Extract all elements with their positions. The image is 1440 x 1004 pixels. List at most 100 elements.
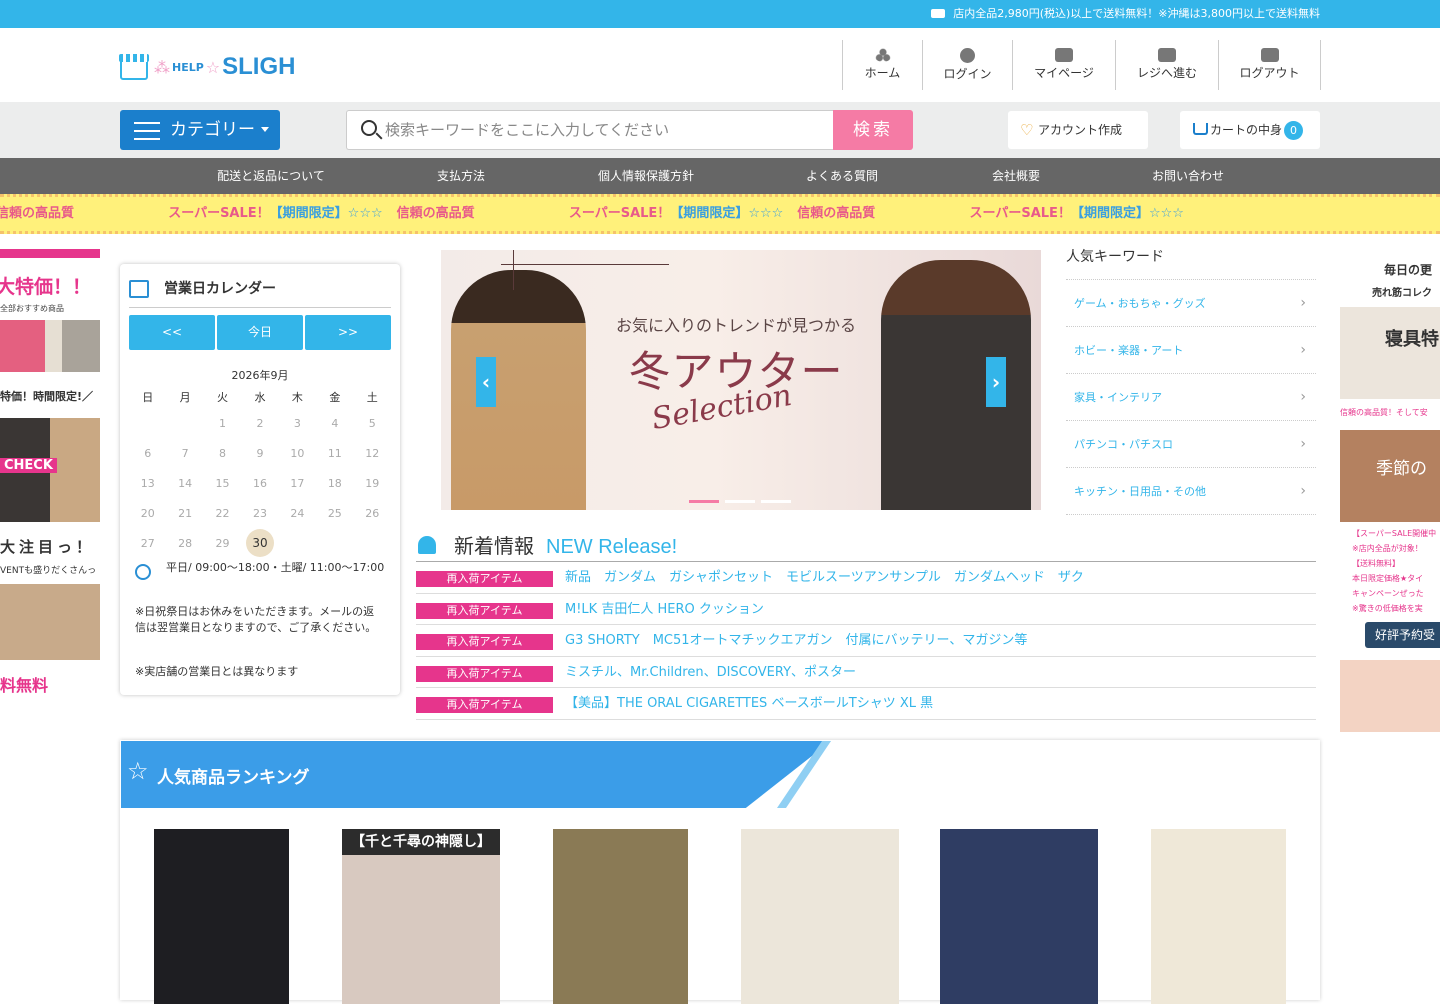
chevron-right-icon: › — [1300, 483, 1306, 499]
product-tote-bag[interactable] — [741, 829, 899, 1004]
calendar-day: 29 — [215, 536, 230, 550]
calendar-next-button[interactable]: >> — [305, 315, 391, 350]
search-button[interactable]: 検索 — [833, 110, 913, 150]
nav-register[interactable]: レジへ進む — [1115, 40, 1218, 90]
global-nav: 配送と返品について 支払方法 個人情報保護方針 よくある質問 会社概要 お問い合… — [0, 158, 1440, 194]
hero-dot[interactable] — [689, 500, 719, 503]
keyword-label: キッチン・日用品・その他 — [1074, 485, 1206, 498]
nav-logout-label: ログアウト — [1239, 66, 1300, 80]
left-banner-t5: VENTも盛りだくさんっ — [0, 566, 97, 576]
sale-line: 本日限定価格★タイ — [1352, 574, 1424, 583]
calendar-day — [129, 408, 166, 438]
right-banner-t2: 売れ筋コレク — [1372, 288, 1432, 299]
news-title: 新着情報 — [454, 534, 534, 558]
news-row[interactable]: 再入荷アイテム ミスチル、Mr.Children、DISCOVERY、ポスター — [416, 657, 1316, 688]
left-banner-sub: 全部おすすめ商品 — [0, 304, 64, 313]
nav-company[interactable]: 会社概要 — [932, 158, 1100, 194]
weekday: 木 — [291, 391, 303, 404]
kotatsu-image — [1340, 660, 1440, 732]
calendar-day: 12 — [365, 446, 380, 460]
calendar-icon — [129, 280, 149, 298]
left-banner-t6: 料無料 — [0, 676, 49, 695]
hero-deco-line — [513, 250, 514, 290]
register-icon — [1158, 48, 1176, 62]
keyword-item[interactable]: パチンコ・パチスロ › — [1066, 421, 1316, 468]
news-link[interactable]: 新品 ガンダム ガシャポンセット モビルスーツアンサンプル ガンダムヘッド ザク — [565, 562, 1084, 593]
keyword-item[interactable]: ホビー・楽器・アート › — [1066, 327, 1316, 374]
product-rabbit-plush[interactable] — [940, 829, 1098, 1004]
weekday: 火 — [217, 391, 229, 404]
restock-tag: 再入荷アイテム — [416, 571, 553, 587]
reserve-button[interactable]: 好評予約受 — [1365, 622, 1440, 648]
shipping-notice: 店内全品2,980円(税込)以上で送料無料！※沖縄は3,800円以上で送料無料 — [953, 7, 1320, 20]
keyword-item[interactable]: キッチン・日用品・その他 › — [1066, 468, 1316, 515]
keyword-label: パチンコ・パチスロ — [1074, 438, 1173, 451]
news-link[interactable]: 【美品】THE ORAL CIGARETTES ベースボールTシャツ XL 黒 — [565, 688, 933, 719]
nav-home[interactable]: ホーム — [842, 40, 922, 90]
nav-mypage[interactable]: マイページ — [1012, 40, 1115, 90]
calendar-day: 27 — [140, 536, 155, 550]
news-row[interactable]: 再入荷アイテム M!LK 吉田仁人 HERO クッション — [416, 594, 1316, 625]
news-row[interactable]: 再入荷アイテム G3 SHORTY MC51オートマチックエアガン 付属にバッテリ… — [416, 625, 1316, 657]
logout-icon — [1260, 48, 1279, 62]
nav-logout[interactable]: ログアウト — [1218, 40, 1321, 90]
ribbon-text: 【期間限定】☆☆☆ — [269, 206, 383, 221]
weekday: 月 — [179, 391, 191, 404]
restock-tag: 再入荷アイテム — [416, 697, 553, 713]
hero-dot[interactable] — [725, 500, 755, 503]
hero-next-button[interactable]: › — [986, 357, 1006, 407]
hero-pagination — [689, 500, 791, 503]
nav-payment[interactable]: 支払方法 — [382, 158, 540, 194]
product-babel-folder[interactable] — [553, 829, 688, 1004]
calendar-day: 28 — [178, 536, 193, 550]
keyword-item[interactable]: 家具・インテリア › — [1066, 374, 1316, 421]
popular-keywords: 人気キーワード ゲーム・おもちゃ・グッズ › ホビー・楽器・アート › 家具・インテ… — [1066, 248, 1316, 515]
nav-home-label: ホーム — [864, 66, 901, 80]
product-plush-bunny[interactable]: 【千と千尋の神隠し】 — [342, 829, 500, 1004]
logo-star: ☆ — [205, 57, 221, 77]
create-account-button[interactable]: ♡ アカウント作成 — [1008, 111, 1148, 149]
nav-privacy[interactable]: 個人情報保護方針 — [540, 158, 752, 194]
left-promo-banner[interactable]: 大特価！！ 全部おすすめ商品 特価！時間限定!／ CHECK 大注目っ！ VEN… — [0, 249, 100, 744]
news-row[interactable]: 再入荷アイテム 新品 ガンダム ガシャポンセット モビルスーツアンサンプル ガンダ… — [416, 562, 1316, 594]
create-account-label: アカウント作成 — [1038, 123, 1123, 137]
keywords-title: 人気キーワード — [1066, 248, 1316, 280]
news-section: 新着情報 NEW Release! 再入荷アイテム 新品 ガンダム ガシャポンセット… — [416, 530, 1316, 720]
ribbon-text: 【期間限定】☆☆☆ — [1070, 206, 1184, 221]
product-black-tshirt[interactable] — [154, 829, 289, 1004]
calendar-day — [166, 408, 203, 438]
hero-slider[interactable]: お気に入りのトレンドが見つかる 冬アウター Selection ‹ › — [441, 250, 1041, 510]
calendar-header: 営業日カレンダー — [129, 278, 391, 308]
hero-dot[interactable] — [761, 500, 791, 503]
site-logo[interactable]: ⁂ HELP ☆ SLIGH — [119, 52, 295, 82]
sale-ribbon[interactable]: 信頼の高品質 スーパーSALE！【期間限定】☆☆☆ 信頼の高品質 スーパーSALE… — [0, 194, 1440, 234]
restock-tag: 再入荷アイテム — [416, 665, 553, 682]
news-link[interactable]: ミスチル、Mr.Children、DISCOVERY、ポスター — [565, 657, 856, 688]
calendar-today-button[interactable]: 今日 — [217, 315, 303, 350]
hero-prev-button[interactable]: ‹ — [476, 357, 496, 407]
sparkle-icon: ⁂ — [154, 57, 170, 77]
calendar-prev-button[interactable]: << — [129, 315, 215, 350]
site-header: ⁂ HELP ☆ SLIGH ホーム ログイン マイページ レジへ進む ログアウ… — [0, 28, 1440, 102]
calendar-title: 営業日カレンダー — [164, 281, 276, 297]
right-promo-banner[interactable]: 毎日の更 売れ筋コレク 寝具特 信頼の高品質！そして安 季節の 【スーパーSAL… — [1340, 249, 1440, 744]
news-row[interactable]: 再入荷アイテム 【美品】THE ORAL CIGARETTES ベースボールTシャ… — [416, 688, 1316, 720]
cart-button[interactable]: カートの中身 0 — [1180, 111, 1320, 149]
nav-contact[interactable]: お問い合わせ — [1100, 158, 1276, 194]
clock-icon — [135, 564, 151, 580]
product-doraemon-figure[interactable] — [1151, 829, 1286, 1004]
cart-count-badge: 0 — [1284, 121, 1303, 140]
calendar-day: 6 — [144, 446, 152, 460]
category-button[interactable]: カテゴリー — [120, 110, 280, 150]
nav-faq[interactable]: よくある質問 — [752, 158, 932, 194]
news-link[interactable]: M!LK 吉田仁人 HERO クッション — [565, 594, 764, 625]
nav-shipping[interactable]: 配送と返品について — [160, 158, 382, 194]
news-link[interactable]: G3 SHORTY MC51オートマチックエアガン 付属にバッテリー、マガジン等 — [565, 625, 1027, 656]
search-input[interactable] — [385, 111, 825, 149]
nav-login[interactable]: ログイン — [922, 40, 1012, 90]
cart-label: カートの中身 — [1210, 123, 1283, 137]
ribbon-text: 信頼の高品質 — [0, 206, 75, 221]
ranking-section: ☆ 人気商品ランキング 【千と千尋の神隠し】 — [120, 740, 1320, 1004]
keyword-item[interactable]: ゲーム・おもちゃ・グッズ › — [1066, 280, 1316, 327]
search-icon — [361, 120, 377, 136]
